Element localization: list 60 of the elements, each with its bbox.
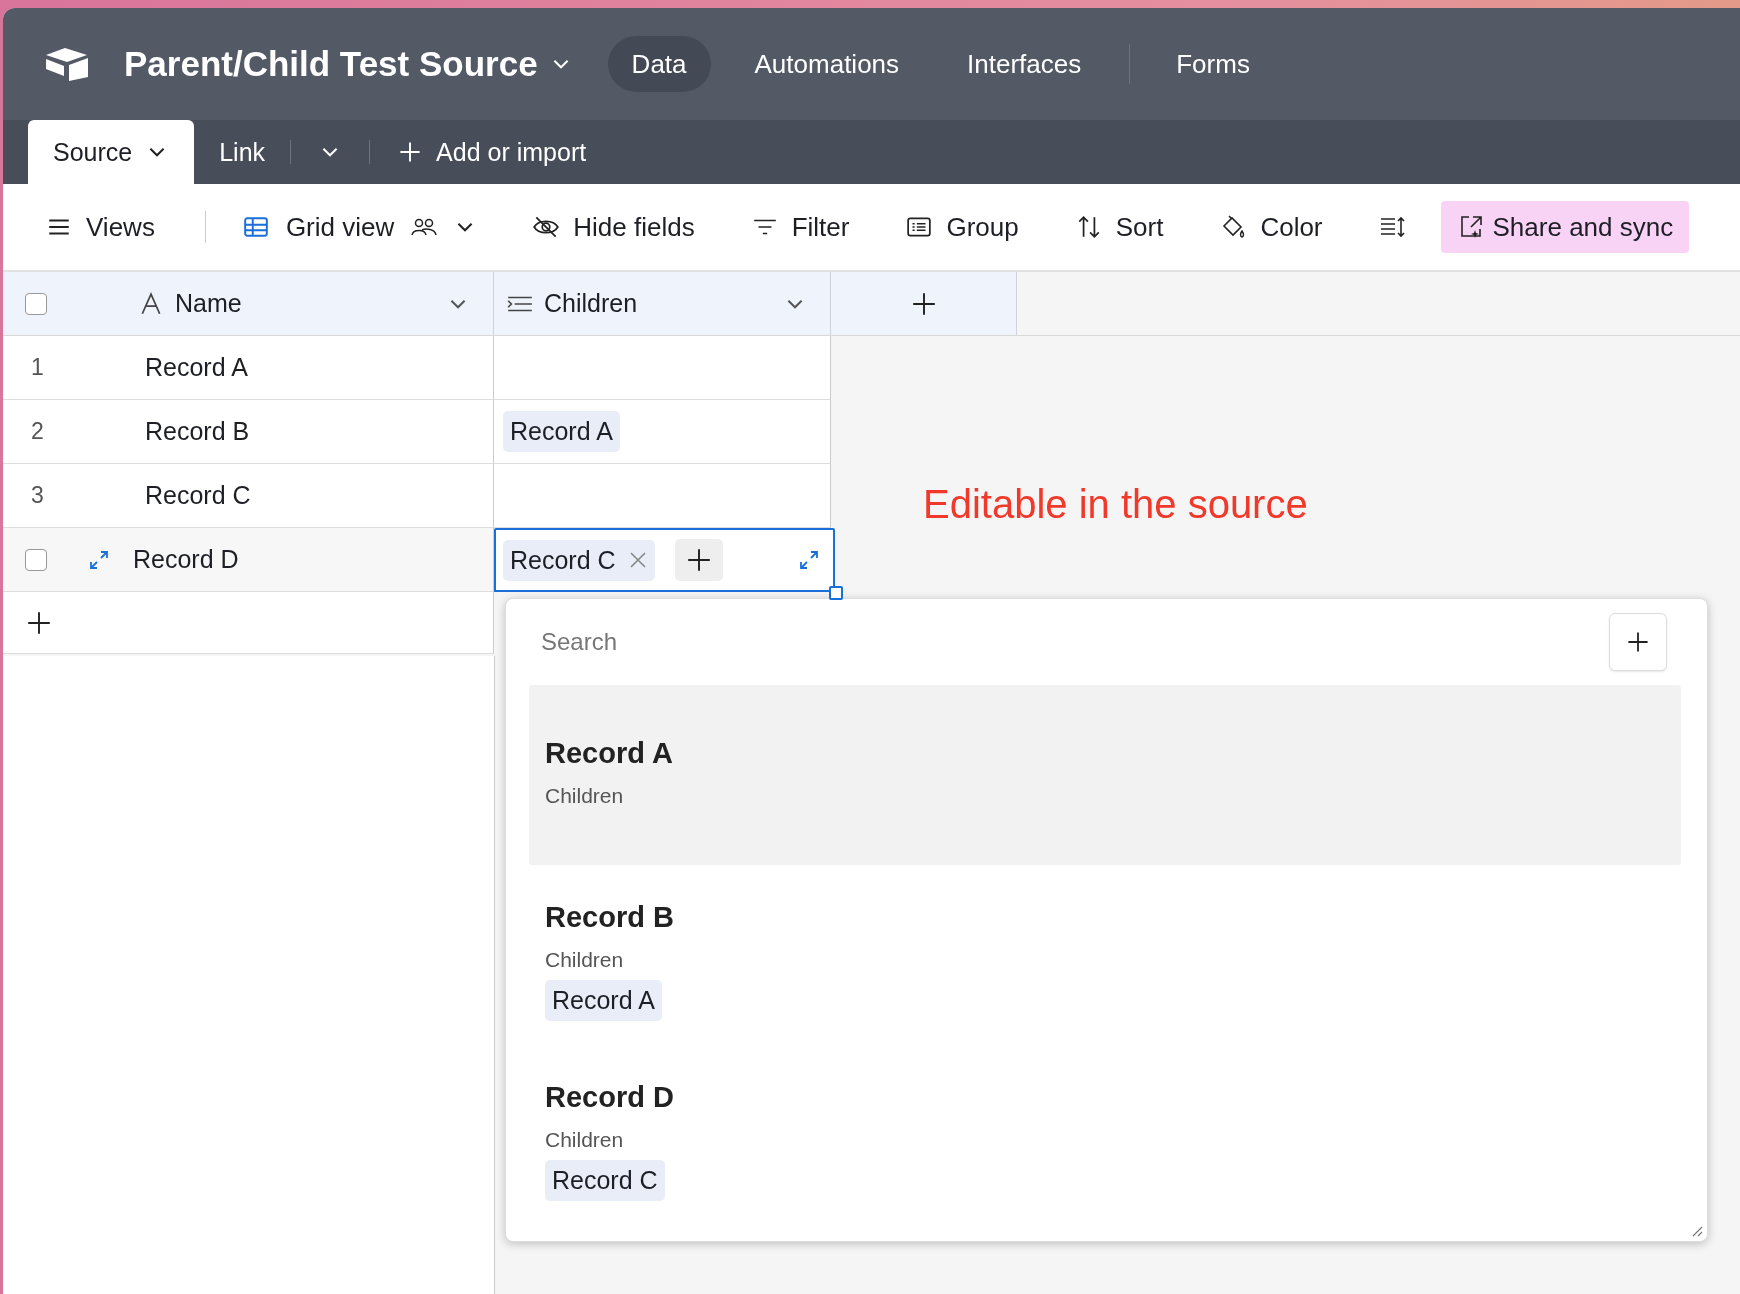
field-label: Children: [545, 1128, 624, 1152]
linked-record-chip: Record A: [545, 980, 662, 1021]
table-tab[interactable]: Link: [194, 120, 291, 184]
annotation-text: Editable in the source: [923, 482, 1308, 527]
remove-icon[interactable]: [627, 550, 648, 570]
table-cell: Record B: [145, 417, 250, 446]
grid-view-button[interactable]: Grid view: [241, 211, 477, 243]
plus-icon: [911, 291, 936, 316]
add-field-button[interactable]: [831, 272, 1017, 335]
nav-tab[interactable]: Automations: [730, 36, 924, 92]
table-tab[interactable]: Source: [28, 120, 195, 184]
logo-icon[interactable]: [44, 46, 90, 82]
nav-tab[interactable]: Data: [607, 36, 711, 92]
row-number: 1: [30, 354, 45, 381]
linked-record-chip: Record C: [545, 1160, 665, 1201]
linked-record-chip[interactable]: Record C: [503, 539, 655, 581]
hide-button[interactable]: Hide fields: [532, 211, 695, 243]
expand-icon[interactable]: [797, 548, 821, 572]
table-cell: Record D: [133, 545, 239, 574]
filter-button[interactable]: Filter: [750, 211, 850, 243]
record-title: Record D: [545, 1081, 674, 1114]
grid-icon: [241, 214, 270, 240]
fill-handle[interactable]: [829, 586, 843, 600]
column-header[interactable]: Name: [175, 289, 242, 318]
record-option[interactable]: Record D Children Record C: [529, 1045, 1681, 1225]
nav-tab[interactable]: Interfaces: [943, 36, 1106, 92]
share-and-sync-button[interactable]: Share and sync: [1440, 201, 1690, 253]
add-or-import-button[interactable]: Add or import: [370, 120, 587, 184]
field-label: Children: [545, 784, 624, 808]
record-title: Record B: [545, 901, 674, 934]
row-height-icon[interactable]: [1378, 214, 1407, 240]
row-checkbox[interactable]: [25, 548, 47, 571]
view-name: Grid view: [285, 211, 395, 243]
row-number: 3: [30, 482, 45, 509]
linked-record-chip[interactable]: Record A: [503, 411, 620, 452]
plus-icon: [1626, 630, 1650, 654]
record-option[interactable]: Record B Children Record A: [529, 865, 1681, 1045]
record-option[interactable]: Record A Children: [529, 685, 1681, 865]
sort-button[interactable]: Sort: [1074, 211, 1164, 243]
add-link-button[interactable]: [674, 539, 723, 581]
row-number: 2: [30, 418, 45, 445]
plus-icon: [686, 548, 711, 572]
color-button[interactable]: Color: [1219, 211, 1323, 243]
select-all-checkbox[interactable]: [25, 292, 47, 315]
record-title: Record A: [545, 737, 673, 770]
search-field[interactable]: Search: [541, 628, 1609, 656]
views-button[interactable]: Views: [45, 211, 155, 243]
field-label: Children: [545, 948, 624, 972]
table-cell: Record C: [145, 481, 251, 510]
table-cell: Record A: [145, 353, 248, 382]
eye-slash-icon: [532, 214, 561, 240]
add-row-icon[interactable]: [27, 610, 51, 635]
base-title[interactable]: Parent/Child Test Source: [124, 44, 538, 84]
plus-icon: [398, 140, 423, 164]
nav-tab[interactable]: Forms: [1152, 36, 1274, 92]
list-icon: [905, 214, 934, 240]
group-button[interactable]: Group: [905, 211, 1019, 243]
add-record-button[interactable]: [1609, 613, 1667, 671]
column-header[interactable]: Children: [544, 289, 638, 318]
active-cell[interactable]: Record C: [494, 528, 835, 592]
